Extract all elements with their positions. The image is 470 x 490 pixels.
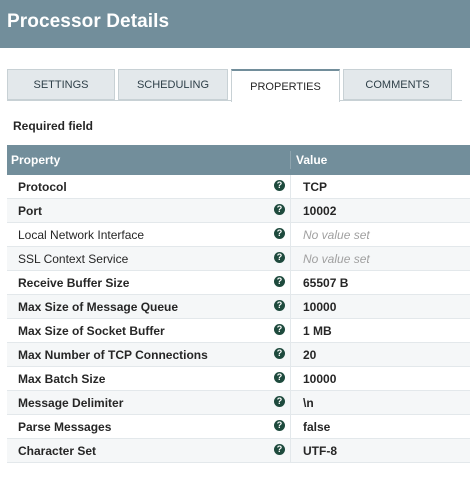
table-body: Protocol? TCP Port? 10002 Local Network In… [7, 175, 470, 463]
property-value[interactable]: 10000 [303, 372, 336, 386]
table-header: Property Value [7, 145, 470, 175]
property-value[interactable]: 1 MB [303, 324, 332, 338]
cell-divider [290, 271, 291, 294]
table-row[interactable]: Local Network Interface? No value set [7, 223, 470, 247]
property-value[interactable]: No value set [303, 228, 370, 242]
table-row[interactable]: Max Size of Socket Buffer? 1 MB [7, 319, 470, 343]
help-icon[interactable]: ? [274, 180, 285, 191]
property-name: Port [18, 204, 42, 218]
tab-settings[interactable]: SETTINGS [7, 69, 115, 100]
property-name: Message Delimiter [18, 396, 124, 410]
property-value[interactable]: UTF-8 [303, 444, 337, 458]
table-row[interactable]: Protocol? TCP [7, 175, 470, 199]
property-value[interactable]: \n [303, 396, 314, 410]
cell-divider [290, 439, 291, 462]
cell-divider [290, 295, 291, 318]
cell-divider [290, 343, 291, 366]
property-name: Max Size of Message Queue [18, 300, 179, 314]
dialog-title: Processor Details [7, 11, 170, 32]
property-name: SSL Context Service [18, 252, 129, 266]
table-row[interactable]: Max Size of Message Queue? 10000 [7, 295, 470, 319]
table-row[interactable]: Message Delimiter? \n [7, 391, 470, 415]
cell-divider [290, 391, 291, 414]
cell-divider [290, 319, 291, 342]
cell-divider [290, 415, 291, 438]
help-icon[interactable]: ? [274, 324, 285, 335]
help-icon[interactable]: ? [274, 348, 285, 359]
help-icon[interactable]: ? [274, 300, 285, 311]
property-name: Parse Messages [18, 420, 112, 434]
property-value[interactable]: TCP [303, 180, 327, 194]
property-value[interactable]: 65507 B [303, 276, 348, 290]
property-name: Receive Buffer Size [18, 276, 130, 290]
table-row[interactable]: Parse Messages? false [7, 415, 470, 439]
property-value[interactable]: No value set [303, 252, 370, 266]
property-name: Character Set [18, 444, 97, 458]
property-name: Protocol [18, 180, 67, 194]
properties-table: Property Value Protocol? TCP Port? 10002 L… [7, 145, 470, 463]
property-value[interactable]: 10000 [303, 300, 336, 314]
cell-divider [290, 175, 291, 198]
help-icon[interactable]: ? [274, 228, 285, 239]
dialog-header: Processor Details [0, 0, 470, 48]
property-name: Local Network Interface [18, 228, 145, 242]
help-icon[interactable]: ? [274, 252, 285, 263]
help-icon[interactable]: ? [274, 420, 285, 431]
tab-properties[interactable]: PROPERTIES [231, 69, 340, 102]
cell-divider [290, 199, 291, 222]
help-icon[interactable]: ? [274, 276, 285, 287]
help-icon[interactable]: ? [274, 396, 285, 407]
table-row[interactable]: Max Batch Size? 10000 [7, 367, 470, 391]
help-icon[interactable]: ? [274, 444, 285, 455]
property-value[interactable]: 20 [303, 348, 316, 362]
table-row[interactable]: Receive Buffer Size? 65507 B [7, 271, 470, 295]
property-value[interactable]: 10002 [303, 204, 336, 218]
tab-comments[interactable]: COMMENTS [343, 69, 452, 100]
value-column-header: Value [296, 153, 328, 167]
property-name: Max Batch Size [18, 372, 106, 386]
table-row[interactable]: SSL Context Service? No value set [7, 247, 470, 271]
table-row[interactable]: Character Set? UTF-8 [7, 439, 470, 463]
cell-divider [290, 367, 291, 390]
property-name: Max Size of Socket Buffer [18, 324, 165, 338]
table-row[interactable]: Port? 10002 [7, 199, 470, 223]
required-field-label: Required field [13, 119, 94, 133]
table-row[interactable]: Max Number of TCP Connections? 20 [7, 343, 470, 367]
tab-scheduling[interactable]: SCHEDULING [118, 69, 228, 100]
cell-divider [290, 223, 291, 246]
property-value[interactable]: false [303, 420, 330, 434]
property-column-header: Property [11, 153, 61, 167]
column-divider [290, 151, 291, 169]
help-icon[interactable]: ? [274, 372, 285, 383]
property-name: Max Number of TCP Connections [18, 348, 208, 362]
cell-divider [290, 247, 291, 270]
help-icon[interactable]: ? [274, 204, 285, 215]
